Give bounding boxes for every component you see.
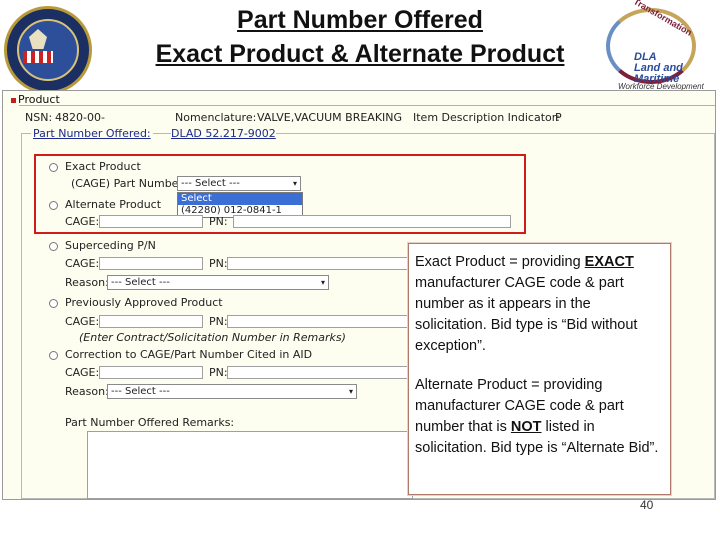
- superseding-label: Superceding P/N: [65, 239, 156, 252]
- superseding-reason-select[interactable]: --- Select --- ▾: [107, 275, 329, 290]
- correction-label: Correction to CAGE/Part Number Cited in …: [65, 348, 313, 361]
- correction-pn-field[interactable]: [227, 366, 409, 379]
- part-number-offered-legend: Part Number Offered:: [31, 127, 153, 140]
- divider: [19, 105, 715, 106]
- alternate-product-explanation: Alternate Product = providing manufactur…: [415, 377, 659, 456]
- logo-center-text: DLA Land and Maritime: [634, 51, 683, 85]
- remarks-textarea[interactable]: [87, 431, 413, 499]
- superseding-reason-label: Reason:: [65, 276, 109, 289]
- superseding-cage-label: CAGE:: [65, 257, 100, 270]
- idi-label: Item Description Indicator:: [413, 111, 560, 124]
- superseding-cage-field[interactable]: [99, 257, 203, 270]
- superseding-pn-field[interactable]: [227, 257, 409, 270]
- nsn-label: NSN:: [25, 111, 53, 124]
- remarks-label: Part Number Offered Remarks:: [65, 416, 235, 429]
- bullet-icon: [11, 97, 16, 103]
- correction-reason-select[interactable]: --- Select --- ▾: [107, 384, 357, 399]
- nomenclature-label: Nomenclature:: [175, 111, 257, 124]
- previously-approved-cage-label: CAGE:: [65, 315, 100, 328]
- previously-approved-label: Previously Approved Product: [65, 296, 223, 309]
- chevron-down-icon: ▾: [348, 387, 353, 396]
- dlad-link[interactable]: DLAD 52.217-9002: [171, 127, 276, 140]
- transformation-logo: Transformation DLA Land and Maritime Wor…: [596, 0, 720, 92]
- previously-approved-radio[interactable]: [49, 299, 58, 308]
- superseding-radio[interactable]: [49, 242, 58, 251]
- highlight-box: [34, 154, 526, 234]
- previously-approved-pn-label: PN:: [209, 315, 228, 328]
- chevron-down-icon: ▾: [320, 278, 325, 287]
- page-number: 40: [640, 498, 654, 512]
- idi-value: P: [555, 111, 562, 124]
- previously-approved-pn-field[interactable]: [227, 315, 409, 328]
- correction-cage-field[interactable]: [99, 366, 203, 379]
- previously-approved-cage-field[interactable]: [99, 315, 203, 328]
- correction-cage-label: CAGE:: [65, 366, 100, 379]
- nomenclature-value: VALVE,VACUUM BREAKING: [257, 111, 403, 124]
- previously-approved-note: (Enter Contract/Solicitation Number in R…: [79, 331, 346, 344]
- exact-product-explanation: Exact Product = providing EXACT manufact…: [415, 254, 638, 354]
- correction-radio[interactable]: [49, 351, 58, 360]
- correction-reason-label: Reason:: [65, 385, 109, 398]
- superseding-pn-label: PN:: [209, 257, 228, 270]
- nsn-value: 4820-00-: [55, 111, 105, 124]
- correction-pn-label: PN:: [209, 366, 228, 379]
- explanation-callout: Exact Product = providing EXACT manufact…: [408, 243, 671, 495]
